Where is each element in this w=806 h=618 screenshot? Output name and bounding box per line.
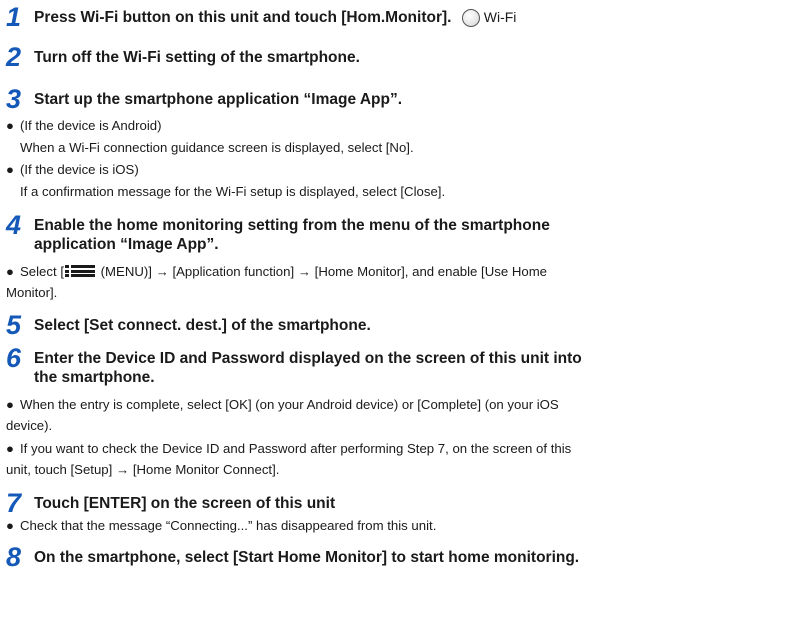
step-number: 7	[6, 488, 22, 518]
wifi-button-icon	[461, 8, 480, 27]
step-number: 4	[6, 210, 22, 240]
step-title: On the smartphone, select [Start Home Mo…	[34, 549, 580, 566]
list-item-text: Select [	[20, 264, 64, 279]
step-title: Press Wi-Fi button on this unit and touc…	[34, 8, 800, 27]
bullet-icon: ●	[6, 264, 14, 279]
list-item: ● Check that the message “Connecting...” …	[6, 517, 800, 534]
list-item: ● (If the device is Android)	[6, 117, 800, 134]
list-item-text: (If the device is Android)	[20, 118, 162, 133]
bullet-icon: ●	[6, 518, 14, 533]
list-item-text: (If the device is iOS)	[20, 162, 139, 177]
list-item-text: If you want to check the Device ID and P…	[20, 441, 572, 456]
list-item: ● Select [ (MENU)] → [Application functio…	[6, 263, 800, 280]
list-item: ● (If the device is iOS)	[6, 161, 800, 178]
step-title-line: Enter the Device ID and Password display…	[34, 350, 582, 367]
step-title-line: the smartphone.	[34, 369, 155, 386]
wifi-button: Wi-Fi	[461, 8, 517, 27]
step-number: 8	[6, 542, 22, 572]
list-item-text: Check that the message “Connecting...” h…	[20, 518, 437, 533]
step-title: Select [Set connect. dest.] of the smart…	[34, 317, 371, 334]
step-title: Enter the Device ID and Password display…	[34, 349, 800, 387]
list-item-continuation: unit, touch [Setup] → [Home Monitor Conn…	[6, 462, 280, 477]
step-title: Enable the home monitoring setting from …	[34, 216, 800, 254]
list-item-continuation: Monitor].	[6, 285, 58, 300]
menu-icon	[64, 265, 95, 277]
instruction-page: 1 Press Wi-Fi button on this unit and to…	[0, 0, 806, 618]
list-item-text: (MENU)] → [Application function] → [Home…	[96, 264, 548, 279]
step-title-line: application “Image App”.	[34, 236, 219, 253]
bullet-icon: ●	[6, 441, 14, 456]
step-number: 5	[6, 310, 22, 340]
bullet-icon: ●	[6, 397, 14, 412]
step-number: 3	[6, 84, 22, 114]
list-item-continuation: When a Wi-Fi connection guidance screen …	[20, 140, 414, 155]
list-item-continuation: If a confirmation message for the Wi-Fi …	[20, 184, 446, 199]
list-item: ● If you want to check the Device ID and …	[6, 440, 800, 457]
step-number: 1	[6, 2, 22, 32]
step-title-line: Enable the home monitoring setting from …	[34, 217, 550, 234]
list-item-text: When the entry is complete, select [OK] …	[20, 397, 559, 412]
step-number: 2	[6, 42, 22, 72]
bullet-icon: ●	[6, 118, 14, 133]
step-number: 6	[6, 343, 22, 373]
step-title: Start up the smartphone application “Ima…	[34, 91, 403, 108]
list-item: ● When the entry is complete, select [OK]…	[6, 396, 800, 413]
step-title: Turn off the Wi-Fi setting of the smartp…	[34, 49, 360, 66]
list-item-continuation: device).	[6, 418, 53, 433]
step-title-text: Press Wi-Fi button on this unit and touc…	[34, 9, 452, 26]
bullet-icon: ●	[6, 162, 14, 177]
step-title: Touch [ENTER] on the screen of this unit	[34, 495, 336, 512]
wifi-button-label: Wi-Fi	[483, 9, 517, 25]
